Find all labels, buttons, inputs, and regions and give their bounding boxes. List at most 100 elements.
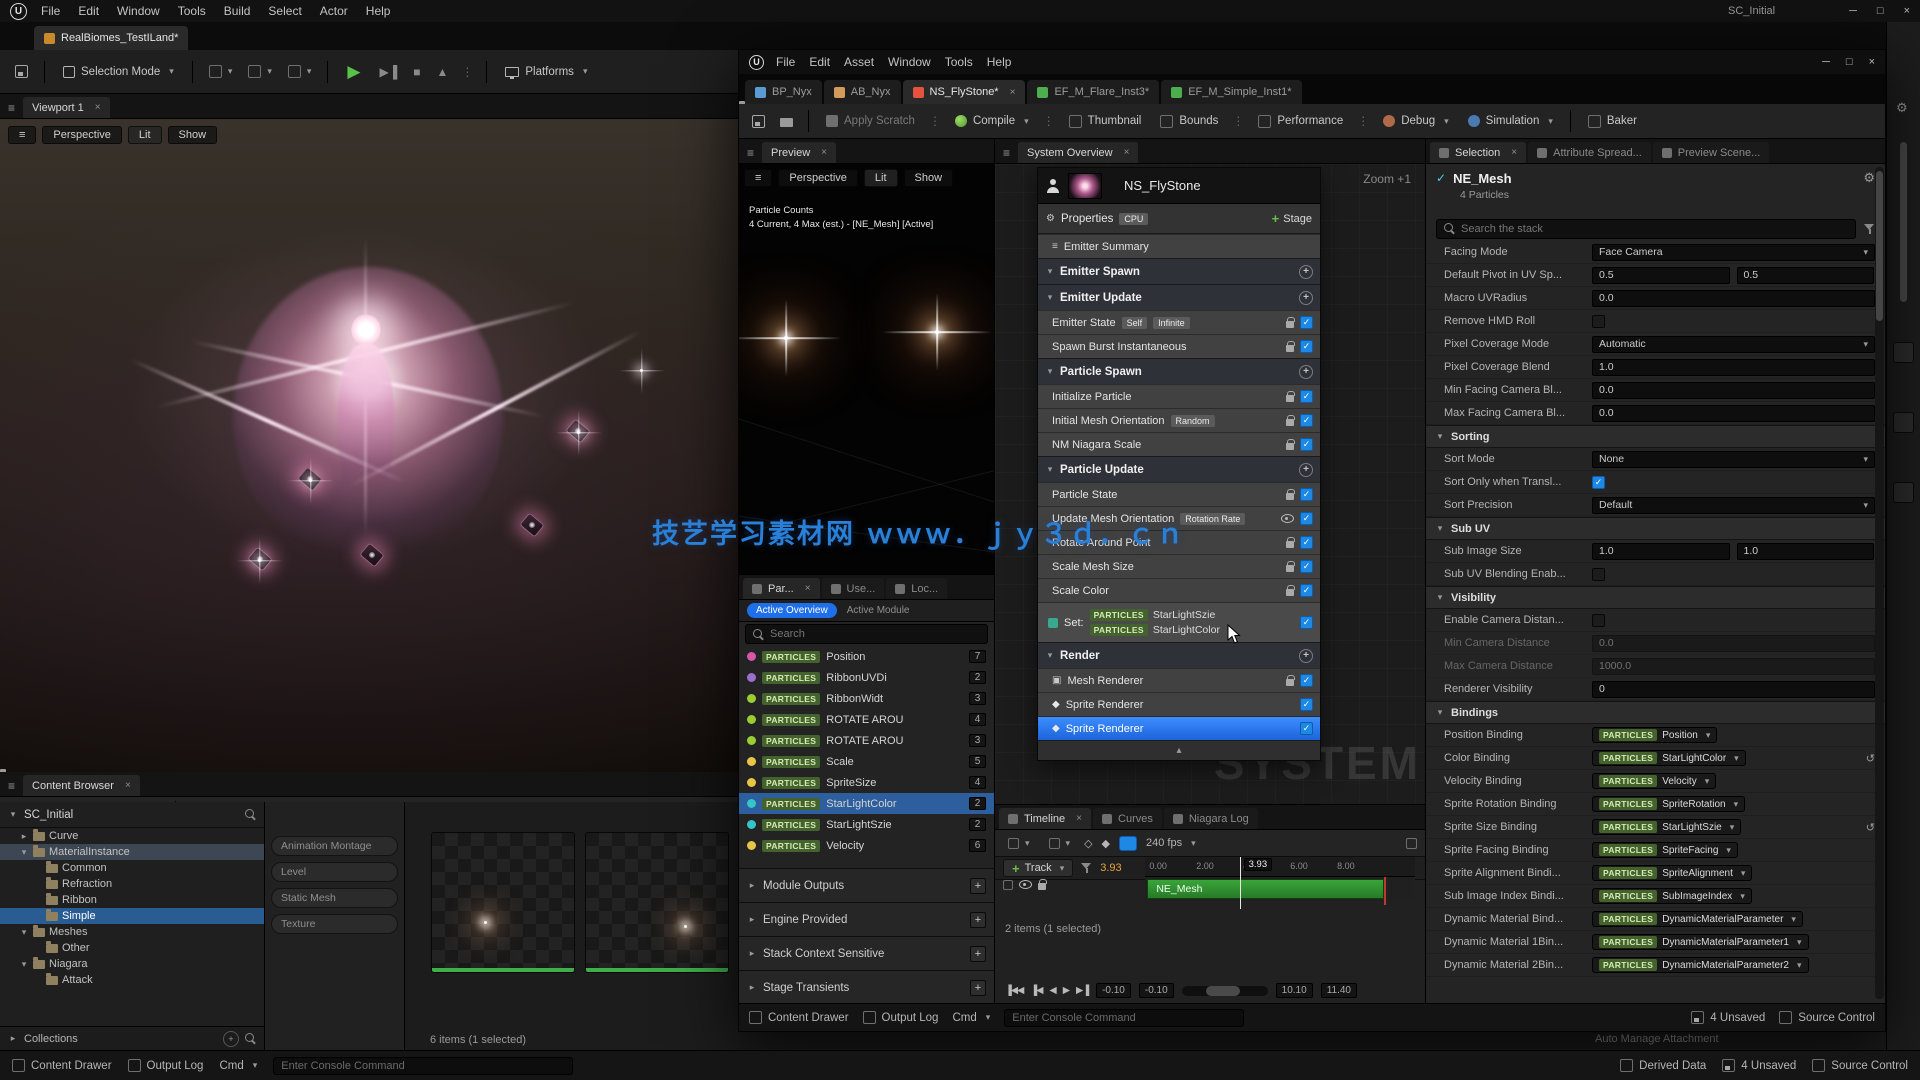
expander-icon[interactable]: ▾: [1045, 292, 1055, 303]
stack-properties-row[interactable]: ⚙ Properties CPU + Stage: [1038, 204, 1320, 234]
property-checkbox[interactable]: [1592, 315, 1605, 328]
add-collection-icon[interactable]: +: [223, 1031, 239, 1047]
maximize-button[interactable]: □: [1846, 56, 1853, 68]
enabled-checkbox[interactable]: ✓: [1300, 698, 1313, 711]
menu-edit[interactable]: Edit: [78, 4, 99, 18]
close-icon[interactable]: ×: [1076, 813, 1082, 824]
stop-button[interactable]: ■: [408, 58, 425, 86]
menu-window[interactable]: Window: [117, 4, 160, 18]
value-field[interactable]: 1.0: [1592, 359, 1875, 376]
dropdown[interactable]: Default▾: [1592, 497, 1875, 514]
unreal-logo-icon[interactable]: U: [10, 3, 27, 20]
quick-add-dropdown[interactable]: ▾: [243, 58, 277, 86]
parameter-section-engine-provided[interactable]: ▸Engine Provided+: [739, 902, 994, 936]
go-to-front-button[interactable]: ▐◀◀: [1005, 985, 1023, 996]
source-control-button[interactable]: Source Control: [1812, 1059, 1908, 1072]
add-track-button[interactable]: + Track ▾: [1003, 859, 1073, 877]
perspective-button[interactable]: Perspective: [778, 169, 857, 187]
dropdown[interactable]: Automatic▾: [1592, 336, 1875, 353]
stack-module-emitter-summary[interactable]: ≡Emitter Summary: [1038, 234, 1320, 258]
parameter-spritesize[interactable]: PARTICLESSpriteSize4: [739, 772, 994, 793]
expander-icon[interactable]: ▾: [1435, 707, 1445, 718]
stack-module-set-parameters[interactable]: Set:PARTICLESStarLightSziePARTICLESStarL…: [1038, 602, 1320, 642]
expander-icon[interactable]: ▸: [8, 1033, 18, 1044]
value-field[interactable]: 1.0: [1737, 543, 1875, 560]
perspective-button[interactable]: Perspective: [42, 126, 121, 144]
add-parameter-icon[interactable]: +: [970, 912, 986, 928]
filter-static-mesh[interactable]: Static Mesh: [271, 888, 398, 908]
enabled-checkbox[interactable]: ✓: [1300, 584, 1313, 597]
panel-menu-icon[interactable]: ≡: [4, 779, 21, 796]
value-field[interactable]: 0.0: [1592, 290, 1875, 307]
play-reverse-button[interactable]: ◀: [1049, 985, 1055, 996]
stack-module-sprite-renderer[interactable]: ◆Sprite Renderer✓: [1038, 692, 1320, 716]
stack-group-particle-spawn[interactable]: ▾Particle Spawn+: [1038, 358, 1320, 384]
details-section-visibility[interactable]: ▾Visibility: [1426, 586, 1885, 609]
enabled-checkbox[interactable]: ✓: [1300, 512, 1313, 525]
close-icon[interactable]: ×: [821, 147, 827, 158]
expander-icon[interactable]: ▸: [747, 982, 757, 993]
close-icon[interactable]: ×: [1511, 147, 1517, 158]
skip-button[interactable]: ▶▐: [374, 58, 402, 86]
expander-icon[interactable]: ▾: [1435, 523, 1445, 534]
step-back-button[interactable]: ▐◀: [1030, 985, 1042, 996]
binding-dropdown[interactable]: PARTICLESDynamicMaterialParameter1▾: [1592, 934, 1809, 950]
view-end-field[interactable]: 10.10: [1276, 983, 1313, 998]
scrollbar[interactable]: [1900, 142, 1907, 302]
stack-search-input[interactable]: [1461, 223, 1848, 235]
asset-tab-ab-nyx[interactable]: AB_Nyx: [824, 80, 901, 104]
stack-module-mesh-renderer[interactable]: ▣Mesh Renderer✓: [1038, 668, 1320, 692]
visibility-icon[interactable]: [1019, 880, 1032, 889]
emitter-track-bar[interactable]: NE_Mesh: [1147, 879, 1384, 899]
enabled-checkbox[interactable]: ✓: [1300, 340, 1313, 353]
menu-tools[interactable]: Tools: [178, 4, 206, 18]
fps-dropdown[interactable]: 240 fps▾: [1146, 837, 1196, 849]
enabled-checkbox[interactable]: ✓: [1300, 438, 1313, 451]
value-field[interactable]: 0.0: [1592, 382, 1875, 399]
stack-module-emitter-state[interactable]: Emitter StateSelfInfinite✓: [1038, 310, 1320, 334]
more-options-icon[interactable]: ⋮: [459, 65, 475, 79]
close-icon[interactable]: ×: [1124, 147, 1130, 158]
stack-module-scale-mesh-size[interactable]: Scale Mesh Size✓: [1038, 554, 1320, 578]
menu-select[interactable]: Select: [268, 4, 301, 18]
show-button[interactable]: Show: [904, 169, 954, 187]
eject-button[interactable]: ▲: [431, 58, 453, 86]
time-ruler[interactable]: 0.002.004.006.008.00: [1145, 857, 1415, 877]
expander-icon[interactable]: ▾: [8, 809, 18, 820]
content-browser-tab[interactable]: Content Browser ×: [23, 775, 140, 796]
tree-item-refraction[interactable]: Refraction: [0, 876, 264, 892]
stack-search[interactable]: [1436, 219, 1856, 239]
cmd-dropdown[interactable]: Cmd▾: [219, 1060, 257, 1072]
debug-dropdown[interactable]: Debug▾: [1376, 107, 1455, 135]
save-button[interactable]: [10, 58, 33, 86]
add-parameter-icon[interactable]: +: [970, 946, 986, 962]
expander-icon[interactable]: ▸: [19, 831, 29, 842]
parameters-tab-loc[interactable]: Loc...: [886, 578, 947, 599]
timeline-tab-curves[interactable]: Curves: [1093, 808, 1162, 829]
filter-animation-montage[interactable]: Animation Montage: [271, 836, 398, 856]
range-end-field[interactable]: 11.40: [1321, 983, 1357, 998]
tree-item-ribbon[interactable]: Ribbon: [0, 892, 264, 908]
binding-dropdown[interactable]: PARTICLESSpriteAlignment▾: [1592, 865, 1752, 881]
add-stage-button[interactable]: + Stage: [1272, 211, 1312, 226]
tree-item-simple[interactable]: Simple: [0, 908, 264, 924]
enabled-checkbox[interactable]: ✓: [1300, 316, 1313, 329]
property-checkbox[interactable]: [1592, 568, 1605, 581]
enabled-checkbox[interactable]: ✓: [1300, 560, 1313, 573]
viewport-menu-button[interactable]: ≡: [744, 169, 772, 187]
reset-icon[interactable]: ↺: [1866, 752, 1875, 765]
viewport-menu-button[interactable]: ≡: [8, 126, 36, 144]
side-tab-button[interactable]: [1893, 482, 1914, 503]
panel-menu-icon[interactable]: ≡: [4, 101, 21, 118]
stack-group-render[interactable]: ▾Render+: [1038, 642, 1320, 668]
enabled-checkbox[interactable]: ✓: [1300, 414, 1313, 427]
system-overview-tab[interactable]: System Overview ×: [1018, 142, 1138, 163]
tree-item-common[interactable]: Common: [0, 860, 264, 876]
tree-item-attack[interactable]: Attack: [0, 972, 264, 988]
stack-module-particle-state[interactable]: Particle State✓: [1038, 482, 1320, 506]
dropdown[interactable]: Face Camera▾: [1592, 244, 1875, 261]
viewport-3d-scene[interactable]: ≡ Perspective Lit Show: [0, 119, 740, 772]
sequencer-settings-dropdown[interactable]: ▾: [1003, 829, 1035, 857]
menu-file[interactable]: File: [41, 4, 60, 18]
play-forward-button[interactable]: ▶: [1063, 985, 1069, 996]
